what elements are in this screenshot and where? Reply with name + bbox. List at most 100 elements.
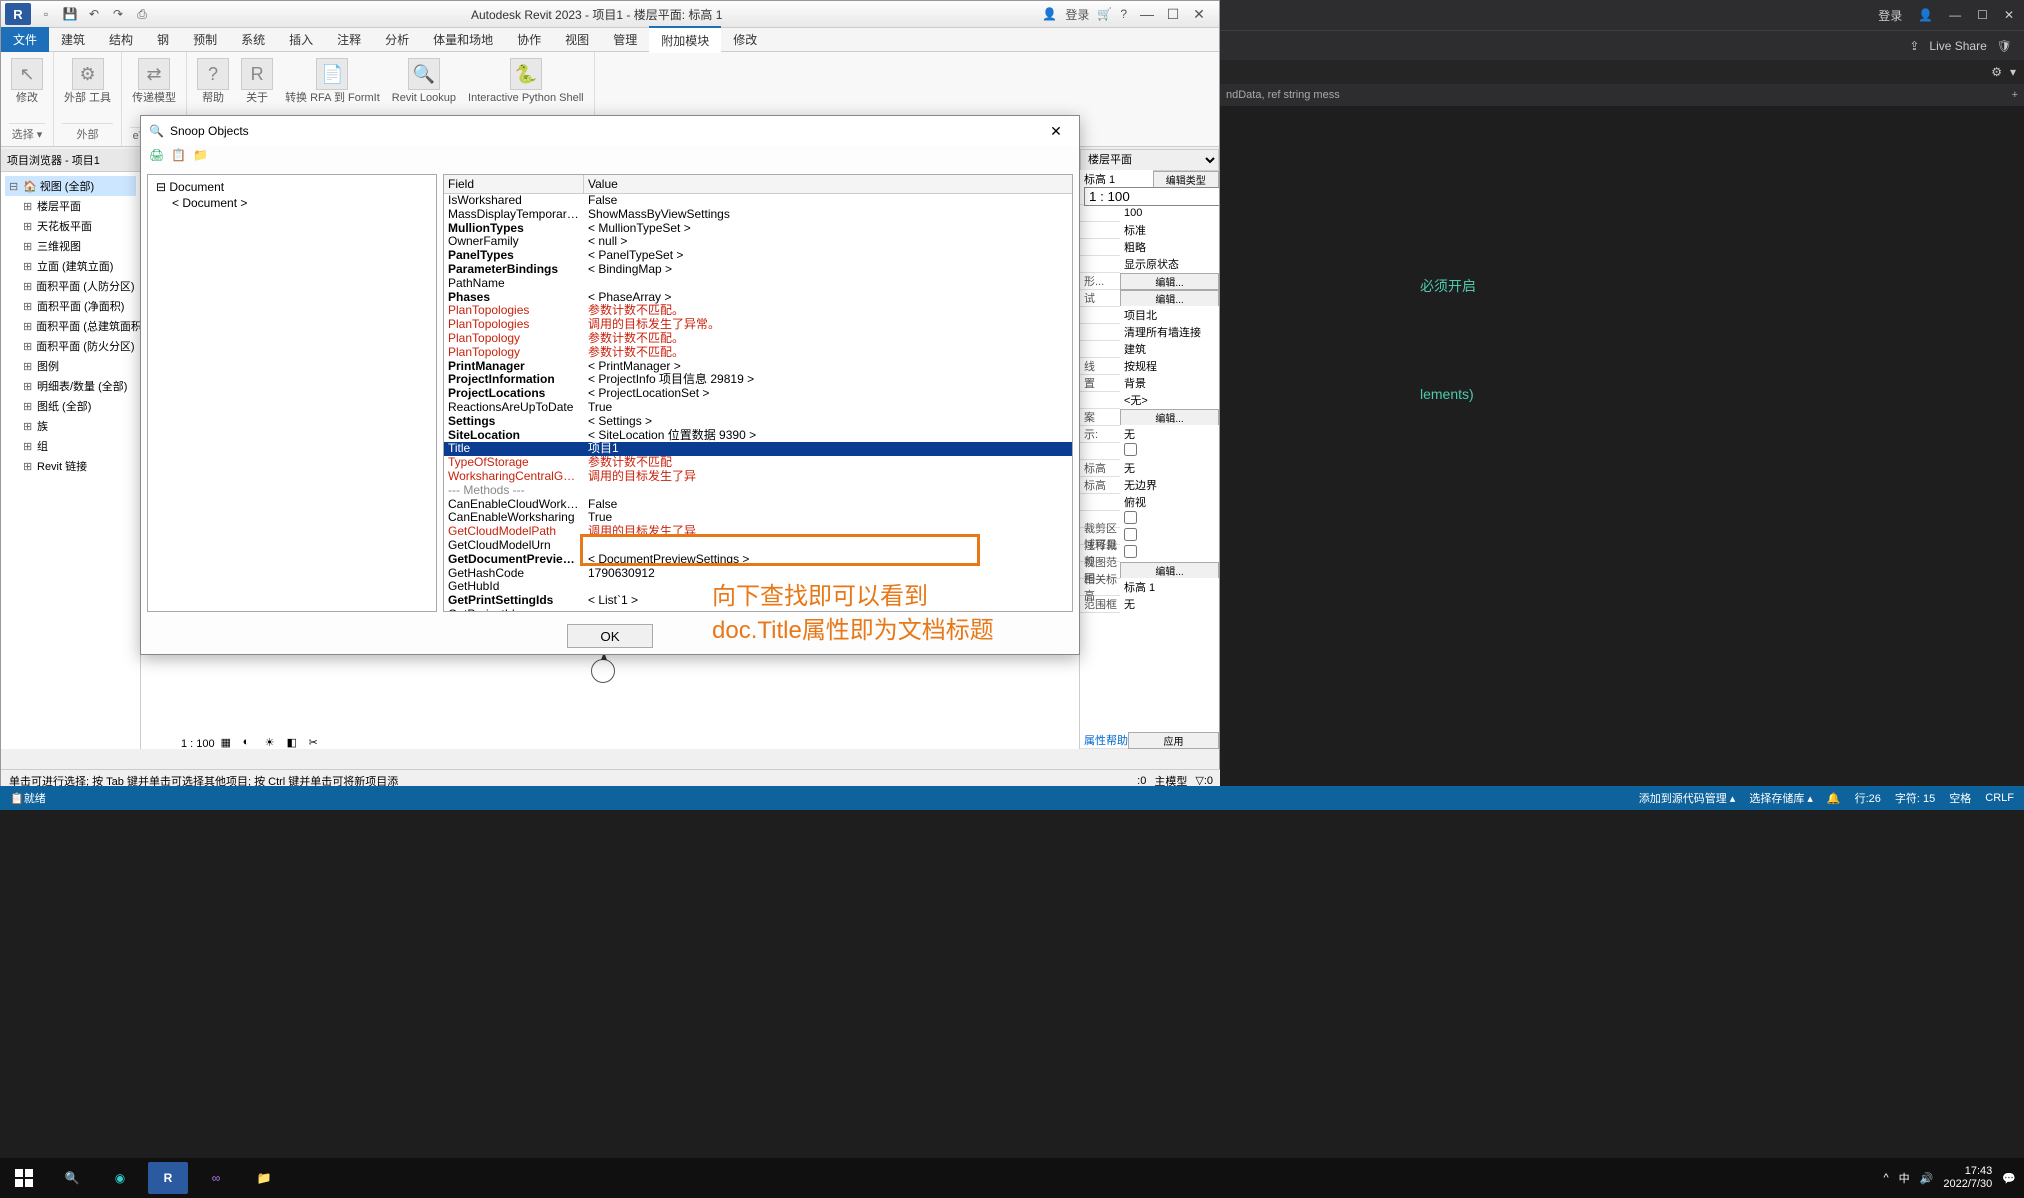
pb-item[interactable]: ⊞三维视图 (5, 236, 136, 256)
snoop-close-button[interactable]: ✕ (1041, 119, 1071, 143)
tree-document-child[interactable]: < Document > (152, 195, 432, 211)
view-type-combo[interactable]: 楼层平面 (1080, 149, 1219, 171)
pb-item[interactable]: ⊞面积平面 (总建筑面积) (5, 316, 136, 336)
ribbon-tab[interactable]: 分析 (373, 27, 421, 52)
snoop-tree[interactable]: ⊟ Document < Document > (147, 174, 437, 612)
ime-indicator[interactable]: 中 (1899, 1170, 1910, 1186)
snoop-row[interactable]: TypeOfStorage参数计数不匹配 (444, 456, 1072, 470)
ribbon-tab[interactable]: 协作 (505, 27, 553, 52)
snoop-row[interactable]: GetCloudModelUrn (444, 539, 1072, 553)
snoop-row[interactable]: PlanTopologies调用的目标发生了异常。 (444, 318, 1072, 332)
snoop-row[interactable]: PlanTopologies参数计数不匹配。 (444, 304, 1072, 318)
ribbon-tab[interactable]: 文件 (1, 27, 49, 52)
pb-item[interactable]: ⊞楼层平面 (5, 196, 136, 216)
qat-open-icon[interactable]: ▫ (37, 5, 55, 23)
pb-item[interactable]: ⊞明细表/数量 (全部) (5, 376, 136, 396)
snoop-row[interactable]: MullionTypes< MullionTypeSet > (444, 222, 1072, 236)
snoop-print-icon[interactable]: 🖨 (149, 148, 165, 164)
snoop-row[interactable]: GetDocumentPreview...< DocumentPreviewSe… (444, 553, 1072, 567)
qat-redo-icon[interactable]: ↷ (109, 5, 127, 23)
pb-item[interactable]: ⊞图纸 (全部) (5, 396, 136, 416)
help-icon[interactable]: ? (1120, 7, 1127, 21)
snoop-row[interactable]: ParameterBindings< BindingMap > (444, 263, 1072, 277)
notifications-icon[interactable]: 💬 (2002, 1172, 2016, 1185)
ribbon-tab[interactable]: 预制 (181, 27, 229, 52)
pb-item[interactable]: ⊞面积平面 (净面积) (5, 296, 136, 316)
start-button[interactable] (0, 1158, 48, 1198)
vs-user-icon[interactable]: 👤 (1918, 8, 1933, 22)
snoop-row[interactable]: WorksharingCentralGUID调用的目标发生了异 (444, 470, 1072, 484)
snoop-row[interactable]: PlanTopology参数计数不匹配。 (444, 346, 1072, 360)
sun-path-icon[interactable]: ☀ (265, 736, 281, 752)
vs-add-icon[interactable]: + (2012, 89, 2018, 101)
close-button[interactable]: ✕ (1187, 4, 1211, 24)
vs-select-repo[interactable]: 选择存储库 ▴ (1749, 790, 1813, 806)
vs-admin-icon[interactable]: 🛡 (1997, 39, 2012, 53)
vs-minimize[interactable]: — (1949, 8, 1961, 22)
vs-source-control[interactable]: 添加到源代码管理 ▴ (1639, 790, 1736, 806)
pb-root[interactable]: ⊟🏠 视图 (全部) (5, 176, 136, 196)
vs-spaces[interactable]: 空格 (1949, 790, 1971, 806)
scale-display[interactable]: 1 : 100 (181, 738, 215, 750)
col-value[interactable]: Value (584, 175, 1072, 193)
props-value[interactable] (1084, 187, 1219, 206)
vs-line[interactable]: 行:26 (1855, 790, 1881, 806)
ribbon-tab[interactable]: 钢 (145, 27, 181, 52)
props-value[interactable] (1120, 442, 1219, 460)
snoop-row[interactable]: Title项目1 (444, 442, 1072, 456)
revit-taskbar-icon[interactable]: R (148, 1162, 188, 1194)
modify-tool[interactable]: ↖修改 (9, 56, 45, 107)
qat-undo-icon[interactable]: ↶ (85, 5, 103, 23)
pb-item[interactable]: ⊞立面 (建筑立面) (5, 256, 136, 276)
ribbon-tab[interactable]: 系统 (229, 27, 277, 52)
snoop-row[interactable]: PanelTypes< PanelTypeSet > (444, 249, 1072, 263)
ribbon-tab[interactable]: 修改 (721, 27, 769, 52)
snoop-row[interactable]: OwnerFamily< null > (444, 235, 1072, 249)
ribbon-tab[interactable]: 建筑 (49, 27, 97, 52)
vs-col[interactable]: 字符: 15 (1895, 790, 1935, 806)
snoop-row[interactable]: MassDisplayTemporaryO...ShowMassByViewSe… (444, 208, 1072, 222)
tray-chevron-icon[interactable]: ^ (1883, 1172, 1888, 1184)
props-value[interactable]: 编辑... (1120, 273, 1219, 290)
snoop-row[interactable]: PlanTopology参数计数不匹配。 (444, 332, 1072, 346)
snoop-row[interactable]: IsWorksharedFalse (444, 194, 1072, 208)
vs-close[interactable]: ✕ (2004, 8, 2014, 22)
vs-chevron-icon[interactable]: ▾ (2010, 65, 2016, 79)
props-value[interactable]: 编辑... (1120, 290, 1219, 307)
python-shell-button[interactable]: 🐍Interactive Python Shell (466, 56, 586, 107)
snoop-row[interactable]: GetHashCode1790630912 (444, 567, 1072, 581)
snoop-row[interactable]: GetCloudModelPath调用的目标发生了异 (444, 525, 1072, 539)
explorer-taskbar-icon[interactable]: 📁 (240, 1158, 288, 1198)
volume-icon[interactable]: 🔊 (1920, 1172, 1934, 1185)
external-tools-button[interactable]: ⚙外部 工具 (62, 56, 113, 107)
snoop-row[interactable]: --- Methods --- (444, 484, 1072, 498)
ribbon-tab[interactable]: 结构 (97, 27, 145, 52)
apply-button[interactable]: 应用 (1128, 732, 1219, 749)
props-value[interactable] (1120, 510, 1219, 528)
edit-type-button[interactable]: 编辑类型 (1153, 171, 1220, 188)
pb-item[interactable]: ⊞面积平面 (防火分区) (5, 336, 136, 356)
tree-document-root[interactable]: ⊟ Document (152, 179, 432, 195)
ribbon-tab[interactable]: 注释 (325, 27, 373, 52)
pb-item[interactable]: ⊞族 (5, 416, 136, 436)
qat-save-icon[interactable]: 💾 (61, 5, 79, 23)
snoop-folder-icon[interactable]: 📁 (193, 148, 209, 164)
ribbon-tab[interactable]: 视图 (553, 27, 601, 52)
shadows-icon[interactable]: ◧ (287, 736, 303, 752)
convert-rfa-button[interactable]: 📄转换 RFA 到 FormIt (283, 56, 382, 107)
ribbon-tab[interactable]: 插入 (277, 27, 325, 52)
transfer-model-button[interactable]: ⇄传递模型 (130, 56, 178, 107)
props-value[interactable] (1120, 544, 1219, 562)
snoop-row[interactable]: PrintManager< PrintManager > (444, 360, 1072, 374)
vs-login[interactable]: 登录 (1878, 7, 1902, 24)
ribbon-tab[interactable]: 体量和场地 (421, 27, 505, 52)
vs-maximize[interactable]: ☐ (1977, 8, 1988, 22)
pb-item[interactable]: ⊞面积平面 (人防分区) (5, 276, 136, 296)
snoop-row[interactable]: Settings< Settings > (444, 415, 1072, 429)
help-button[interactable]: ?帮助 (195, 56, 231, 107)
snoop-row[interactable]: CanEnableCloudWorksha...False (444, 498, 1072, 512)
detail-level-icon[interactable]: ▦ (221, 736, 237, 752)
props-value[interactable] (1120, 527, 1219, 545)
liveshare-icon[interactable]: ⇪ (1909, 39, 1919, 53)
liveshare-label[interactable]: Live Share (1929, 39, 1986, 53)
